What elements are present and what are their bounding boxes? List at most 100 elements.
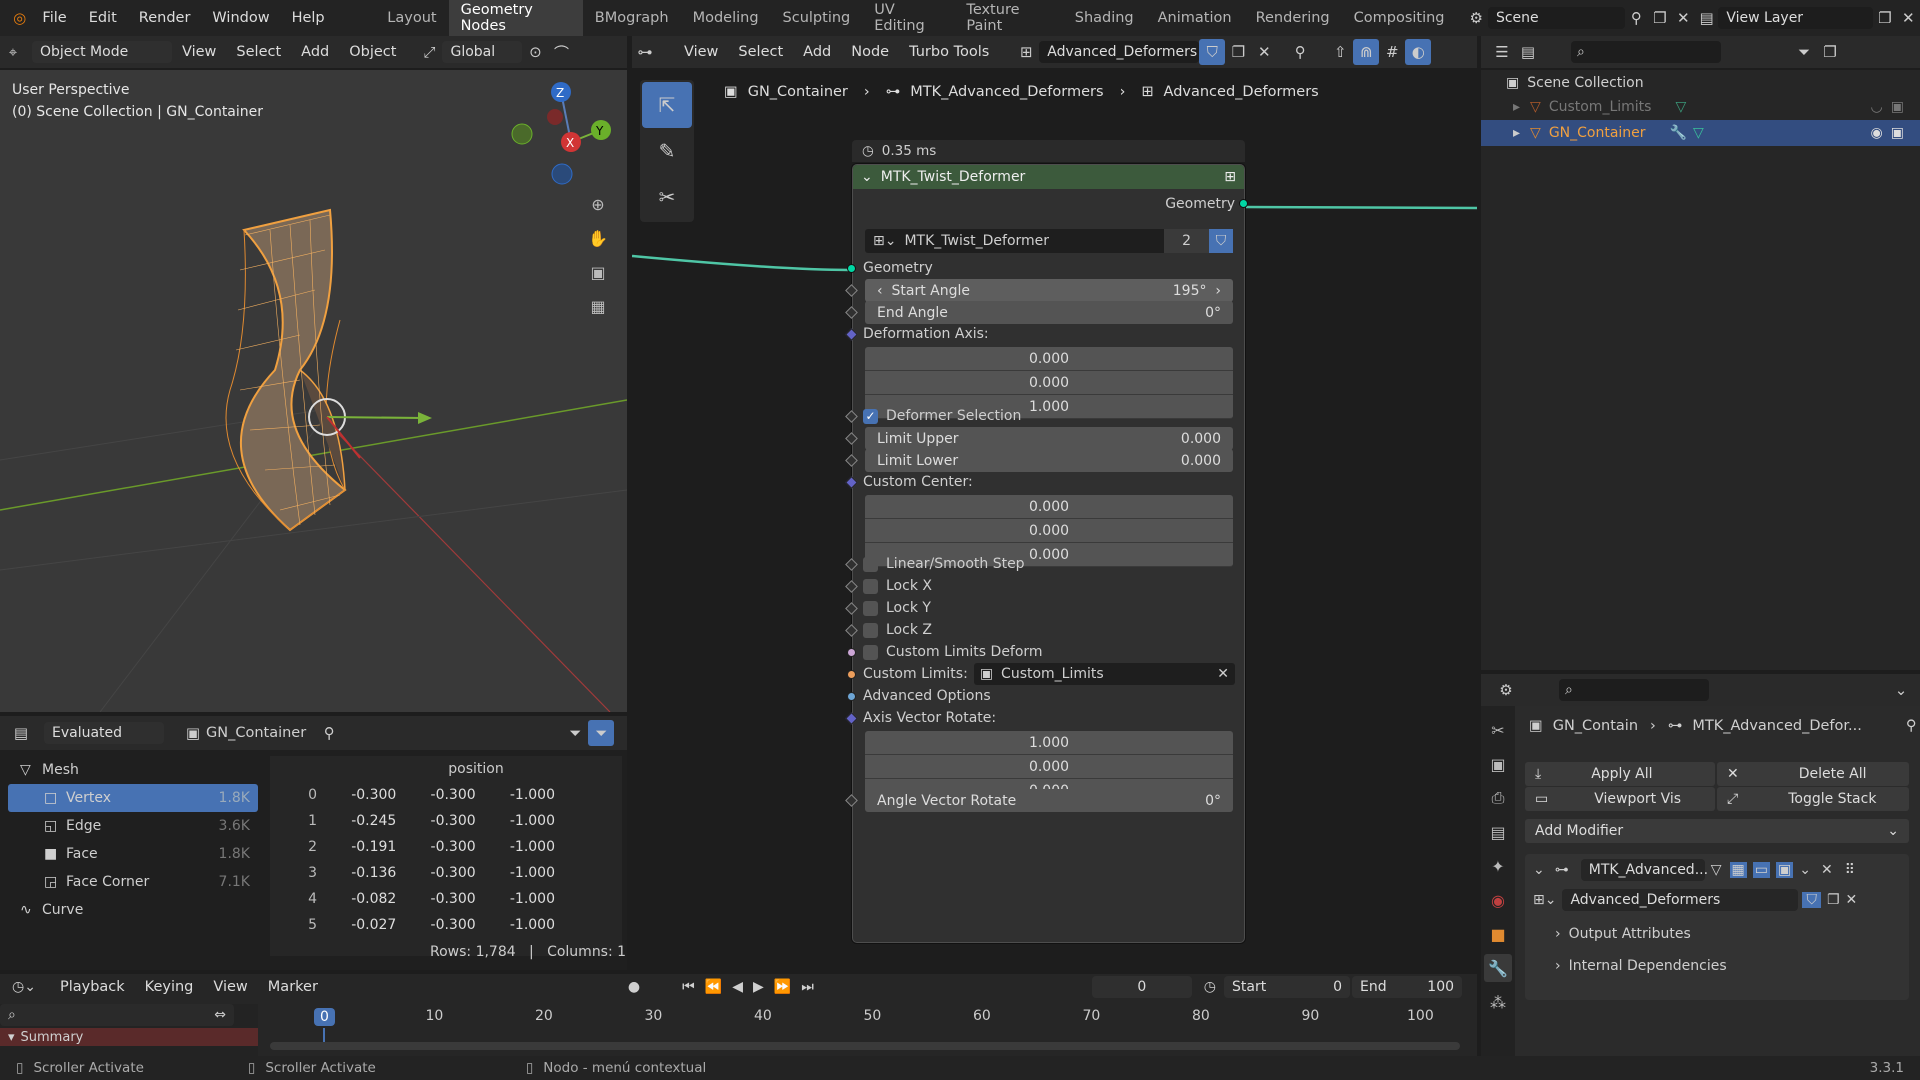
summary-channel[interactable]: ▾ Summary — [0, 1028, 258, 1046]
deformer-selection-checkbox[interactable]: ✓ Deformer Selection — [863, 405, 1235, 427]
menu-select[interactable]: Select — [226, 44, 291, 60]
deformation-axis-x[interactable]: 0.000 — [865, 347, 1233, 371]
drag-handle-icon[interactable]: ⠿ — [1845, 862, 1855, 878]
output-geometry-socket[interactable] — [1239, 199, 1248, 208]
eye-icon[interactable]: ◉ — [1871, 125, 1883, 141]
close-icon[interactable]: ✕ — [1846, 892, 1858, 908]
new-layer-icon[interactable]: ❐ — [1873, 5, 1896, 31]
tab-texture-paint[interactable]: Texture Paint — [954, 0, 1062, 40]
custom-limits-deform-checkbox[interactable]: Custom Limits Deform — [863, 641, 1235, 663]
timeline-ruler[interactable]: 0 10 20 30 40 50 60 70 80 90 100 — [270, 1004, 1470, 1046]
menu-select[interactable]: Select — [728, 44, 793, 60]
render-props-icon[interactable]: ▣ — [1484, 750, 1512, 778]
outliner-root[interactable]: ▣ Scene Collection — [1481, 72, 1920, 94]
menu-view[interactable]: View — [674, 44, 728, 60]
fake-user-shield-icon[interactable]: ⛉ — [1199, 39, 1226, 65]
axis-vector-rotate-x[interactable]: 1.000 — [865, 731, 1233, 755]
chevron-down-icon[interactable]: ⌄ — [1533, 862, 1545, 878]
custom-limits-object-field[interactable]: ▣ Custom_Limits ✕ — [973, 663, 1235, 685]
output-props-icon[interactable]: ⎙ — [1484, 784, 1512, 812]
menu-node[interactable]: Node — [841, 44, 899, 60]
custom-center-y[interactable]: 0.000 — [865, 519, 1233, 543]
tab-compositing[interactable]: Compositing — [1342, 4, 1457, 32]
advanced-options-socket[interactable] — [847, 692, 856, 701]
jump-end-icon[interactable]: ⏭ — [801, 979, 814, 995]
filter-icon[interactable]: ⏷ — [562, 720, 588, 746]
editor-type-icon[interactable]: ⌖ — [0, 39, 26, 65]
pin-icon[interactable]: ⚲ — [1287, 39, 1313, 65]
fake-user-shield-icon[interactable]: ⛉ — [1209, 229, 1233, 253]
menu-render[interactable]: Render — [128, 10, 202, 26]
pin-icon[interactable]: ⚲ — [1906, 718, 1917, 734]
scene-icon[interactable]: ⚙ — [1465, 5, 1488, 31]
timeline-scrollbar[interactable] — [270, 1042, 1460, 1050]
pivot-icon[interactable]: ⊙ — [522, 39, 548, 65]
render-icon[interactable]: ▣ — [1775, 862, 1794, 878]
close-icon[interactable]: ✕ — [1672, 5, 1695, 31]
menu-view[interactable]: View — [203, 979, 257, 995]
angle-vector-rotate-field[interactable]: Angle Vector Rotate 0° — [865, 789, 1233, 812]
custom-limits-deform-socket[interactable] — [847, 648, 856, 657]
start-frame-field[interactable]: Start 0 — [1224, 976, 1351, 998]
view-layer-props-icon[interactable]: ▤ — [1484, 818, 1512, 846]
blender-logo-icon[interactable]: ◎ — [8, 5, 31, 31]
parent-node-tree-icon[interactable]: ⇧ — [1327, 39, 1353, 65]
object-props-icon[interactable]: ■ — [1484, 920, 1512, 948]
scene-props-icon[interactable]: ✦ — [1484, 852, 1512, 880]
duplicate-icon[interactable]: ❐ — [1827, 892, 1840, 908]
menu-file[interactable]: File — [31, 10, 77, 26]
transform-orientation-icon[interactable]: ⤢ — [416, 39, 442, 65]
select-tool-icon[interactable]: ⇱ — [642, 82, 692, 128]
viewport-vis-button[interactable]: ▭ Viewport Vis — [1525, 787, 1715, 811]
display-mode-icon[interactable]: ▤ — [1515, 39, 1541, 65]
properties-search-input[interactable]: ⌕ — [1559, 679, 1709, 701]
tab-sculpting[interactable]: Sculpting — [771, 4, 863, 32]
tab-rendering[interactable]: Rendering — [1244, 4, 1342, 32]
menu-add[interactable]: Add — [291, 44, 339, 60]
chevron-down-icon[interactable]: ⌄ — [1799, 862, 1811, 878]
timeline-search-input[interactable]: ⌕ ⇔ — [0, 1004, 234, 1026]
tab-bmograph[interactable]: BMograph — [583, 4, 681, 32]
close-icon[interactable]: ✕ — [1821, 862, 1833, 878]
expand-icon[interactable]: ▸ — [1513, 125, 1520, 141]
play-icon[interactable]: ▶ — [753, 979, 764, 995]
snap-icon[interactable]: ⌒ — [548, 39, 574, 65]
pin-icon[interactable]: ⚲ — [1625, 5, 1648, 31]
scene-selector[interactable]: Scene — [1487, 7, 1625, 29]
new-collection-icon[interactable]: ❐ — [1817, 39, 1843, 65]
lock-x-checkbox[interactable]: Lock X — [863, 575, 1235, 597]
zoom-icon[interactable]: ⊕ — [584, 190, 612, 218]
tree-item-face[interactable]: ■ Face 1.8K — [8, 840, 258, 868]
world-props-icon[interactable]: ◉ — [1484, 886, 1512, 914]
end-angle-field[interactable]: End Angle 0° — [865, 301, 1233, 324]
duplicate-icon[interactable]: ❐ — [1225, 39, 1251, 65]
menu-help[interactable]: Help — [281, 10, 336, 26]
menu-marker[interactable]: Marker — [258, 979, 328, 995]
outliner-item-custom-limits[interactable]: ▸ ▽ Custom_Limits ▽ ◡ ▣ — [1481, 94, 1920, 120]
modifier-name-field[interactable]: MTK_Advanced... — [1580, 859, 1708, 881]
menu-view[interactable]: View — [172, 44, 226, 60]
properties-icon[interactable]: ⚙ — [1493, 677, 1519, 703]
snap-grid-icon[interactable]: # — [1379, 39, 1405, 65]
axis-vector-rotate-y[interactable]: 0.000 — [865, 755, 1233, 779]
start-angle-field[interactable]: ‹ Start Angle 195° › — [865, 279, 1233, 302]
cut-links-tool-icon[interactable]: ✂ — [642, 174, 692, 220]
grid-icon[interactable]: ▦ — [584, 292, 612, 320]
users-count[interactable]: 2 — [1164, 229, 1209, 253]
current-frame-field[interactable]: 0 — [1091, 976, 1192, 998]
render-icon[interactable]: ▣ — [1891, 99, 1904, 115]
node-tree-selector[interactable]: Advanced_Deformers — [1039, 41, 1200, 63]
edit-mode-icon[interactable]: ▽ — [1711, 862, 1722, 878]
outliner-search-input[interactable]: ⌕ — [1571, 41, 1721, 63]
custom-limits-socket[interactable] — [847, 670, 856, 679]
tab-layout[interactable]: Layout — [375, 4, 448, 32]
jump-start-icon[interactable]: ⏮ — [682, 979, 695, 995]
record-icon[interactable]: ● — [628, 979, 640, 995]
outliner-item-gn-container[interactable]: ▸ ▽ GN_Container 🔧 ▽ ◉ ▣ — [1481, 120, 1920, 146]
input-geometry-socket[interactable] — [847, 264, 856, 273]
tree-item-edge[interactable]: ◱ Edge 3.6K — [8, 812, 258, 840]
filter-icon[interactable]: ⏷ — [1791, 39, 1817, 65]
lock-y-checkbox[interactable]: Lock Y — [863, 597, 1235, 619]
menu-edit[interactable]: Edit — [78, 10, 128, 26]
clock-icon[interactable]: ◷⌄ — [12, 979, 36, 995]
